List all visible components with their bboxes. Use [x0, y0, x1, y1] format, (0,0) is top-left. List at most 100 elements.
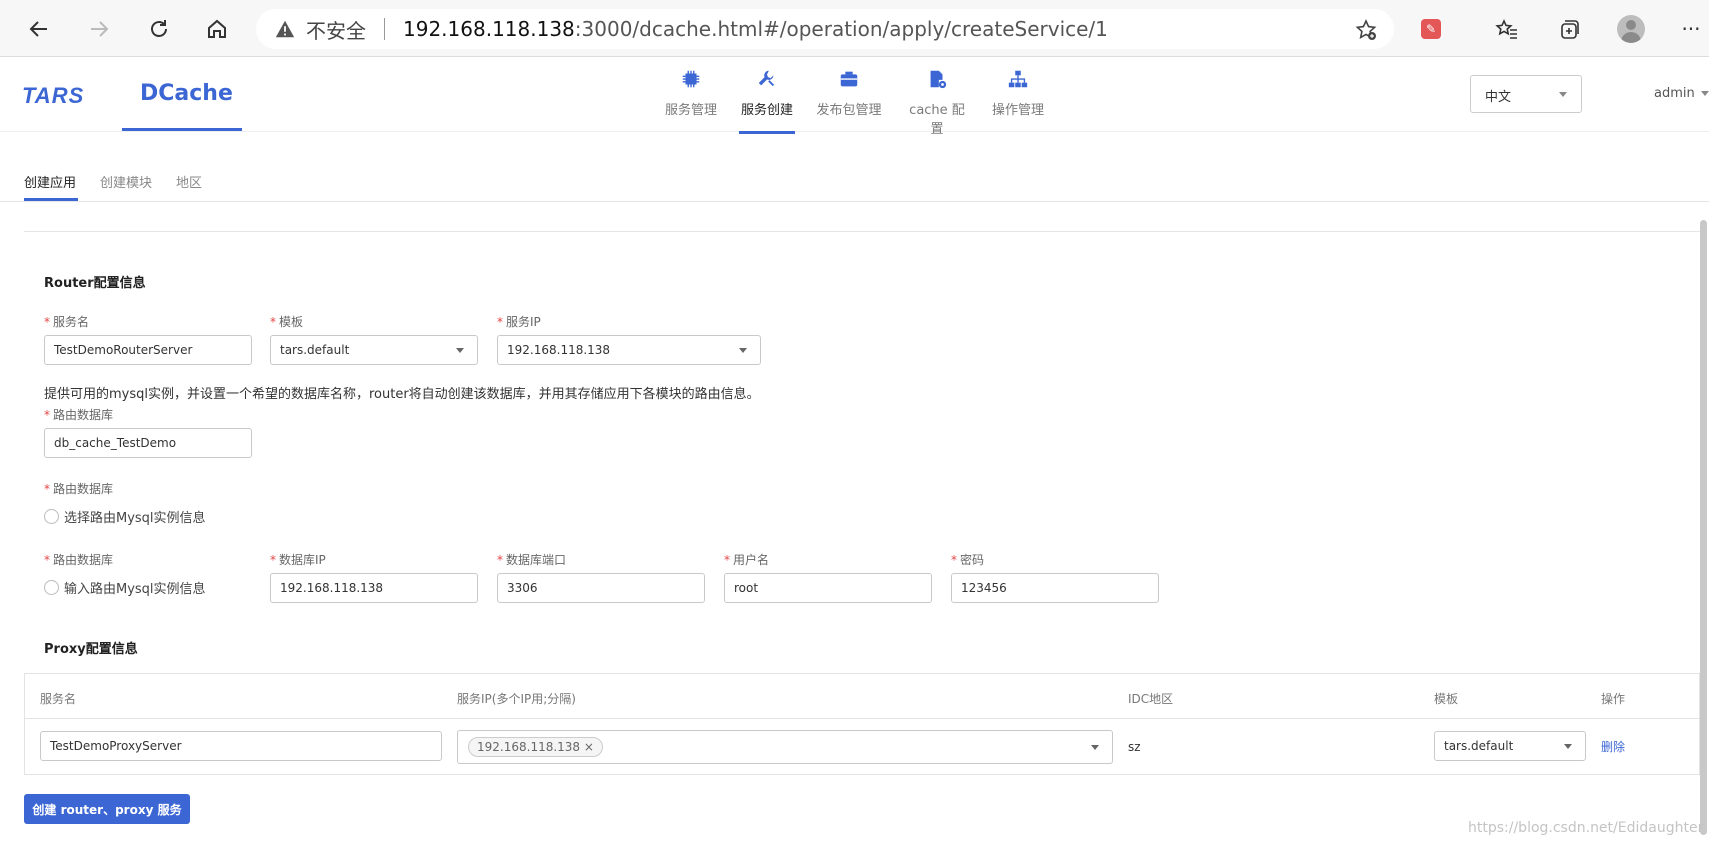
content-divider [24, 231, 1704, 232]
ip-tag: 192.168.118.138 × [468, 737, 603, 757]
address-bar[interactable]: 不安全 192.168.118.138:3000/dcache.html#/op… [256, 9, 1394, 49]
nav-service-management[interactable]: 服务管理 [663, 65, 719, 118]
tab-create-module[interactable]: 创建模块 [100, 172, 152, 191]
router-section-title: Router配置信息 [44, 276, 146, 291]
radio-select-mysql[interactable]: 选择路由Mysql实例信息 [44, 507, 206, 526]
extension-icon[interactable]: ✎ [1414, 12, 1448, 46]
chip-icon [677, 65, 705, 93]
profile-avatar-icon[interactable] [1614, 12, 1648, 46]
router-db-input[interactable]: db_cache_TestDemo [44, 428, 252, 458]
router-template-select[interactable]: tars.default [270, 335, 478, 365]
db-port-label: * 数据库端口 [497, 553, 567, 567]
radio-circle [44, 580, 59, 595]
idc-region-value: sz [1128, 740, 1141, 754]
logo-active-indicator [122, 128, 242, 131]
db-user-label: * 用户名 [724, 553, 770, 567]
router-db-hint: 提供可用的mysql实例，并设置一个希望的数据库名称，router将自动创建该数… [44, 387, 760, 402]
tab-label: 地区 [176, 176, 203, 191]
select-value: 192.168.118.138 [507, 343, 611, 357]
radio-input-mysql[interactable]: 输入路由Mysql实例信息 [44, 578, 206, 597]
nav-service-create[interactable]: 服务创建 [739, 65, 795, 134]
router-db-label-2: * 路由数据库 [44, 482, 114, 496]
required-mark: * [497, 553, 503, 567]
proxy-ip-multiselect[interactable]: 192.168.118.138 × [457, 730, 1113, 764]
tab-region[interactable]: 地区 [176, 172, 202, 191]
db-password-input[interactable]: 123456 [951, 573, 1159, 603]
address-separator [384, 18, 385, 40]
required-mark: * [270, 553, 276, 567]
column-header: 模板 [1434, 692, 1459, 706]
router-server-name-label: * 服务名 [44, 315, 90, 329]
required-mark: * [497, 315, 503, 329]
page-scrollbar[interactable] [1700, 220, 1707, 835]
url-host: 192.168.118.138 [403, 17, 575, 41]
nav-package-management[interactable]: 发布包管理 [815, 65, 883, 118]
router-server-name-input[interactable]: TestDemoRouterServer [44, 335, 252, 365]
create-service-button[interactable]: 创建 router、proxy 服务 [24, 794, 190, 824]
favorites-icon[interactable] [1490, 12, 1524, 46]
language-value: 中文 [1485, 90, 1512, 105]
db-password-label: * 密码 [951, 553, 985, 567]
column-header: 服务名 [40, 692, 77, 706]
chevron-down-icon [739, 348, 747, 353]
column-header: 服务IP(多个IP用;分隔) [457, 692, 576, 706]
chevron-down-icon [1700, 91, 1709, 96]
table-header: 服务名 服务IP(多个IP用;分隔) IDC地区 模板 操作 [25, 674, 1699, 719]
nav-label: 操作管理 [991, 103, 1044, 118]
proxy-template-select[interactable]: tars.default [1434, 731, 1586, 761]
chevron-down-icon [1559, 92, 1567, 97]
proxy-table: 服务名 服务IP(多个IP用;分隔) IDC地区 模板 操作 TestDemoP… [24, 673, 1700, 775]
browser-toolbar: 不安全 192.168.118.138:3000/dcache.html#/op… [0, 0, 1709, 57]
tab-label: 创建应用 [24, 176, 77, 191]
url-path: :3000/dcache.html#/operation/apply/creat… [574, 17, 1108, 41]
column-header: IDC地区 [1128, 692, 1174, 706]
db-port-input[interactable]: 3306 [497, 573, 705, 603]
tab-active-indicator [24, 198, 78, 201]
refresh-icon[interactable] [142, 12, 176, 46]
user-menu[interactable]: admin [1654, 86, 1709, 101]
more-menu-icon[interactable]: ··· [1674, 12, 1708, 46]
router-service-ip-select[interactable]: 192.168.118.138 [497, 335, 761, 365]
nav-label: 服务管理 [664, 103, 717, 118]
collections-icon[interactable] [1552, 12, 1586, 46]
close-icon[interactable]: × [584, 740, 594, 754]
required-mark: * [44, 315, 50, 329]
required-mark: * [270, 315, 276, 329]
username: admin [1654, 86, 1695, 101]
add-favorite-icon[interactable] [1354, 18, 1378, 42]
home-icon[interactable] [200, 12, 234, 46]
forward-arrow-icon[interactable] [82, 12, 116, 46]
radio-circle [44, 509, 59, 524]
proxy-section-title: Proxy配置信息 [44, 642, 138, 657]
router-template-label: * 模板 [270, 315, 304, 329]
back-arrow-icon[interactable] [22, 12, 56, 46]
tars-logo[interactable]: TARS [22, 83, 84, 109]
package-icon [835, 65, 863, 93]
router-service-ip-label: * 服务IP [497, 315, 541, 329]
nav-label: 服务创建 [740, 103, 793, 118]
dcache-logo[interactable]: DCache [140, 81, 233, 106]
nav-operation-management[interactable]: 操作管理 [990, 65, 1046, 118]
app-header: TARS DCache 服务管理 服务创建 发布包管理 cache 配置 操作管… [0, 57, 1709, 137]
proxy-server-name-input[interactable]: TestDemoProxyServer [40, 731, 442, 761]
language-select[interactable]: 中文 [1470, 75, 1582, 113]
router-db-label-3: * 路由数据库 [44, 553, 114, 567]
select-value: tars.default [1444, 739, 1514, 753]
select-value: tars.default [280, 343, 350, 357]
db-ip-input[interactable]: 192.168.118.138 [270, 573, 478, 603]
required-mark: * [44, 553, 50, 567]
sitemap-icon [1004, 65, 1032, 93]
required-mark: * [44, 408, 50, 422]
required-mark: * [724, 553, 730, 567]
delete-link[interactable]: 删除 [1601, 738, 1625, 755]
db-user-input[interactable]: root [724, 573, 932, 603]
chevron-down-icon [1091, 745, 1099, 750]
tab-label: 创建模块 [100, 176, 153, 191]
db-ip-label: * 数据库IP [270, 553, 326, 567]
chevron-down-icon [456, 348, 464, 353]
column-header: 操作 [1601, 692, 1626, 706]
tab-create-app[interactable]: 创建应用 [24, 172, 78, 201]
watermark: https://blog.csdn.net/Edidaughter [1468, 820, 1704, 836]
nav-cache-config[interactable]: cache 配置 [903, 65, 971, 137]
radio-label: 输入路由Mysql实例信息 [64, 582, 206, 597]
